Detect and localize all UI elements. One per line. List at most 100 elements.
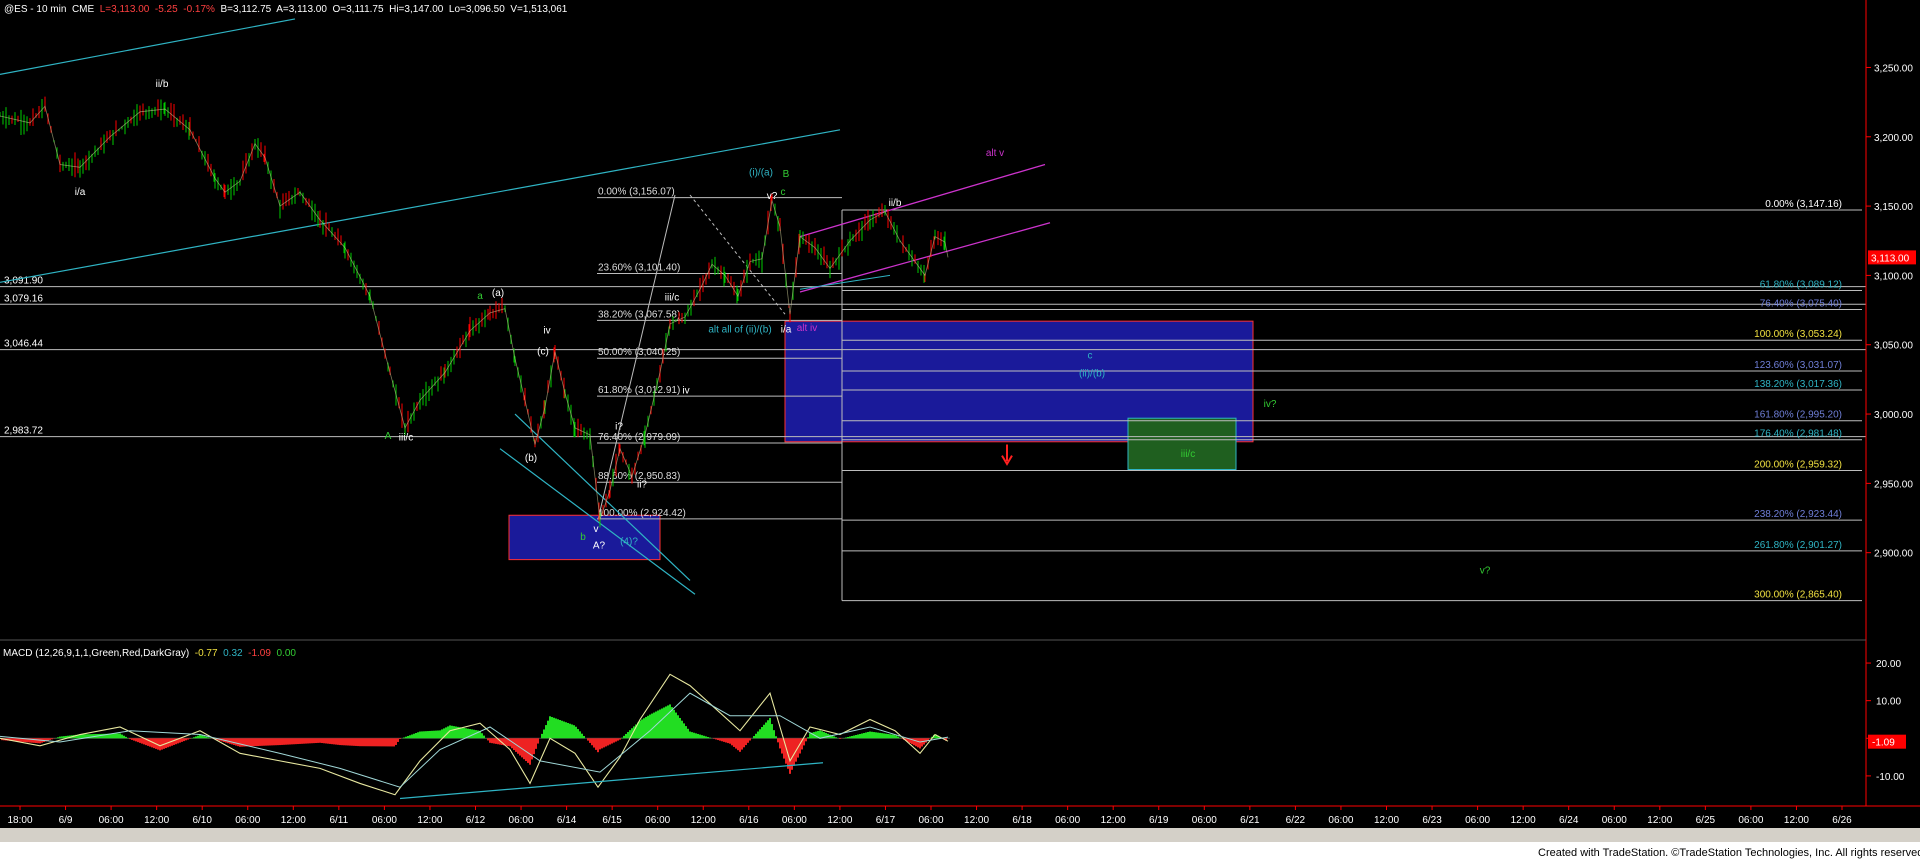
horizontal-scrollbar <box>0 828 1920 842</box>
time-axis-label: 06:00 <box>645 815 670 826</box>
time-axis-label: 6/15 <box>602 815 622 826</box>
wave-label: i/a <box>781 324 792 335</box>
price-change: -5.25 <box>154 4 178 15</box>
fib-retracement-label: 23.60% (3,101.40) <box>598 262 680 273</box>
time-axis-label: 06:00 <box>782 815 807 826</box>
time-axis-label: 6/17 <box>876 815 896 826</box>
macd-header: MACD (12,26,9,1,1,Green,Red,DarkGray) -0… <box>3 648 296 659</box>
price-axis-label: 2,950.00 <box>1874 479 1913 490</box>
fib-retracement-label: 38.20% (3,067.58) <box>598 309 680 320</box>
wave-label: alt iv <box>797 323 818 334</box>
wave-label: A <box>385 431 392 442</box>
time-axis-label: 6/9 <box>59 815 73 826</box>
price-axis-label: 3,100.00 <box>1874 271 1913 282</box>
time-axis-label: 12:00 <box>281 815 306 826</box>
time-axis-label: 6/25 <box>1696 815 1716 826</box>
low-price: Lo=3,096.50 <box>448 4 505 15</box>
left-level-label: 3,046.44 <box>4 339 43 350</box>
time-axis-label: 12:00 <box>1784 815 1809 826</box>
time-axis-label: 06:00 <box>1738 815 1763 826</box>
fib-retracement-label: 100.00% (2,924.42) <box>598 508 686 519</box>
volume: V=1,513,061 <box>510 4 568 15</box>
fib-extension-label: 238.20% (2,923.44) <box>1754 509 1842 520</box>
wave-label: iii/c <box>665 292 679 303</box>
time-axis-label: 6/16 <box>739 815 759 826</box>
price-axis-panel <box>1866 0 1920 859</box>
time-axis-label: 6/18 <box>1012 815 1032 826</box>
time-axis-label: 6/22 <box>1286 815 1306 826</box>
wave-label: (c) <box>537 346 549 357</box>
open-price: O=3,111.75 <box>332 4 384 15</box>
macd-value: -0.77 <box>194 648 218 659</box>
iii-c-target-box <box>1127 417 1237 471</box>
time-axis-label: 12:00 <box>417 815 442 826</box>
macd-zero-value: 0.00 <box>276 648 296 659</box>
fib-extension-label: 200.00% (2,959.32) <box>1754 459 1842 470</box>
fib-extension-label: 61.80% (3,089.12) <box>1760 279 1842 290</box>
fib-retracement-label: 50.00% (3,040.25) <box>598 347 680 358</box>
wave-label: iv? <box>1264 399 1277 410</box>
fib-extension-label: 123.60% (3,031.07) <box>1754 360 1842 371</box>
macd-signal-value: 0.32 <box>223 648 243 659</box>
fib-extension-label: 0.00% (3,147.16) <box>1765 199 1842 210</box>
price-axis-label: 3,200.00 <box>1874 133 1913 144</box>
time-axis-label: 06:00 <box>372 815 397 826</box>
fib-extension-label: 76.40% (3,075.40) <box>1760 299 1842 310</box>
time-axis-label: 12:00 <box>1374 815 1399 826</box>
wave-label: (a) <box>492 288 504 299</box>
macd-axis-label: -10.00 <box>1876 772 1905 783</box>
bid-price: B=3,112.75 <box>220 4 272 15</box>
macd-last-label: -1.09 <box>1872 738 1895 749</box>
wave-label: v? <box>767 191 778 202</box>
price-axis-label: 3,150.00 <box>1874 202 1913 213</box>
wave-label: (b) <box>525 453 537 464</box>
time-axis-label: 18:00 <box>7 815 32 826</box>
macd-label: MACD (12,26,9,1,1,Green,Red,DarkGray) <box>3 648 190 659</box>
macd-axis-label: 10.00 <box>1876 697 1901 708</box>
high-price: Hi=3,147.00 <box>389 4 444 15</box>
time-axis-label: 06:00 <box>1465 815 1490 826</box>
time-axis-label: 6/14 <box>557 815 577 826</box>
wave-label: B <box>783 169 790 180</box>
wave-label: i/a <box>75 187 86 198</box>
wave-label: ii/b <box>889 198 902 209</box>
time-axis-label: 12:00 <box>1511 815 1536 826</box>
fib-extension-label: 300.00% (2,865.40) <box>1754 590 1842 601</box>
wave-label: (i)/(a) <box>749 168 773 179</box>
wave-label: b <box>580 532 586 543</box>
time-axis-label: 12:00 <box>1101 815 1126 826</box>
time-axis-label: 12:00 <box>827 815 852 826</box>
fib-extension-label: 161.80% (2,995.20) <box>1754 410 1842 421</box>
footer-copyright: Created with TradeStation. ©TradeStation… <box>1538 847 1920 859</box>
wave-label: iii/c <box>399 432 413 443</box>
wave-label: A? <box>593 541 606 552</box>
time-axis-label: 06:00 <box>509 815 534 826</box>
symbol-label: @ES - 10 min CME <box>4 4 95 15</box>
wave-label: ii/b <box>156 79 169 90</box>
fib-retracement-label: 76.40% (2,979.09) <box>598 432 680 443</box>
fib-extension-label: 138.20% (3,017.36) <box>1754 379 1842 390</box>
time-axis-label: 6/21 <box>1240 815 1260 826</box>
wave-label: v? <box>1480 565 1491 576</box>
wave-label: iv <box>682 385 689 396</box>
time-axis-label: 12:00 <box>691 815 716 826</box>
price-change-pct: -0.17% <box>183 4 215 15</box>
fib-extension-label: 100.00% (3,053.24) <box>1754 329 1842 340</box>
wave-label: alt all of (ii)/(b) <box>708 324 771 335</box>
fib-retracement-label: 61.80% (3,012.91) <box>598 385 680 396</box>
price-axis-label: 3,250.00 <box>1874 63 1913 74</box>
time-axis-label: 6/24 <box>1559 815 1579 826</box>
time-axis-label: 12:00 <box>964 815 989 826</box>
time-axis-label: 6/12 <box>466 815 486 826</box>
chart-canvas: 3,091.903,079.163,046.442,983.720.00% (3… <box>0 0 1920 859</box>
price-axis-label: 2,900.00 <box>1874 549 1913 560</box>
time-axis-label: 6/11 <box>329 815 348 826</box>
time-axis-label: 06:00 <box>99 815 124 826</box>
time-axis-label: 6/26 <box>1832 815 1852 826</box>
fib-extension-label: 176.40% (2,981.48) <box>1754 429 1842 440</box>
left-level-label: 3,079.16 <box>4 293 43 304</box>
time-axis-label: 06:00 <box>235 815 260 826</box>
wave-label: a <box>477 291 483 302</box>
wave-label: ii? <box>637 480 647 491</box>
wave-label: (4)? <box>620 536 638 547</box>
